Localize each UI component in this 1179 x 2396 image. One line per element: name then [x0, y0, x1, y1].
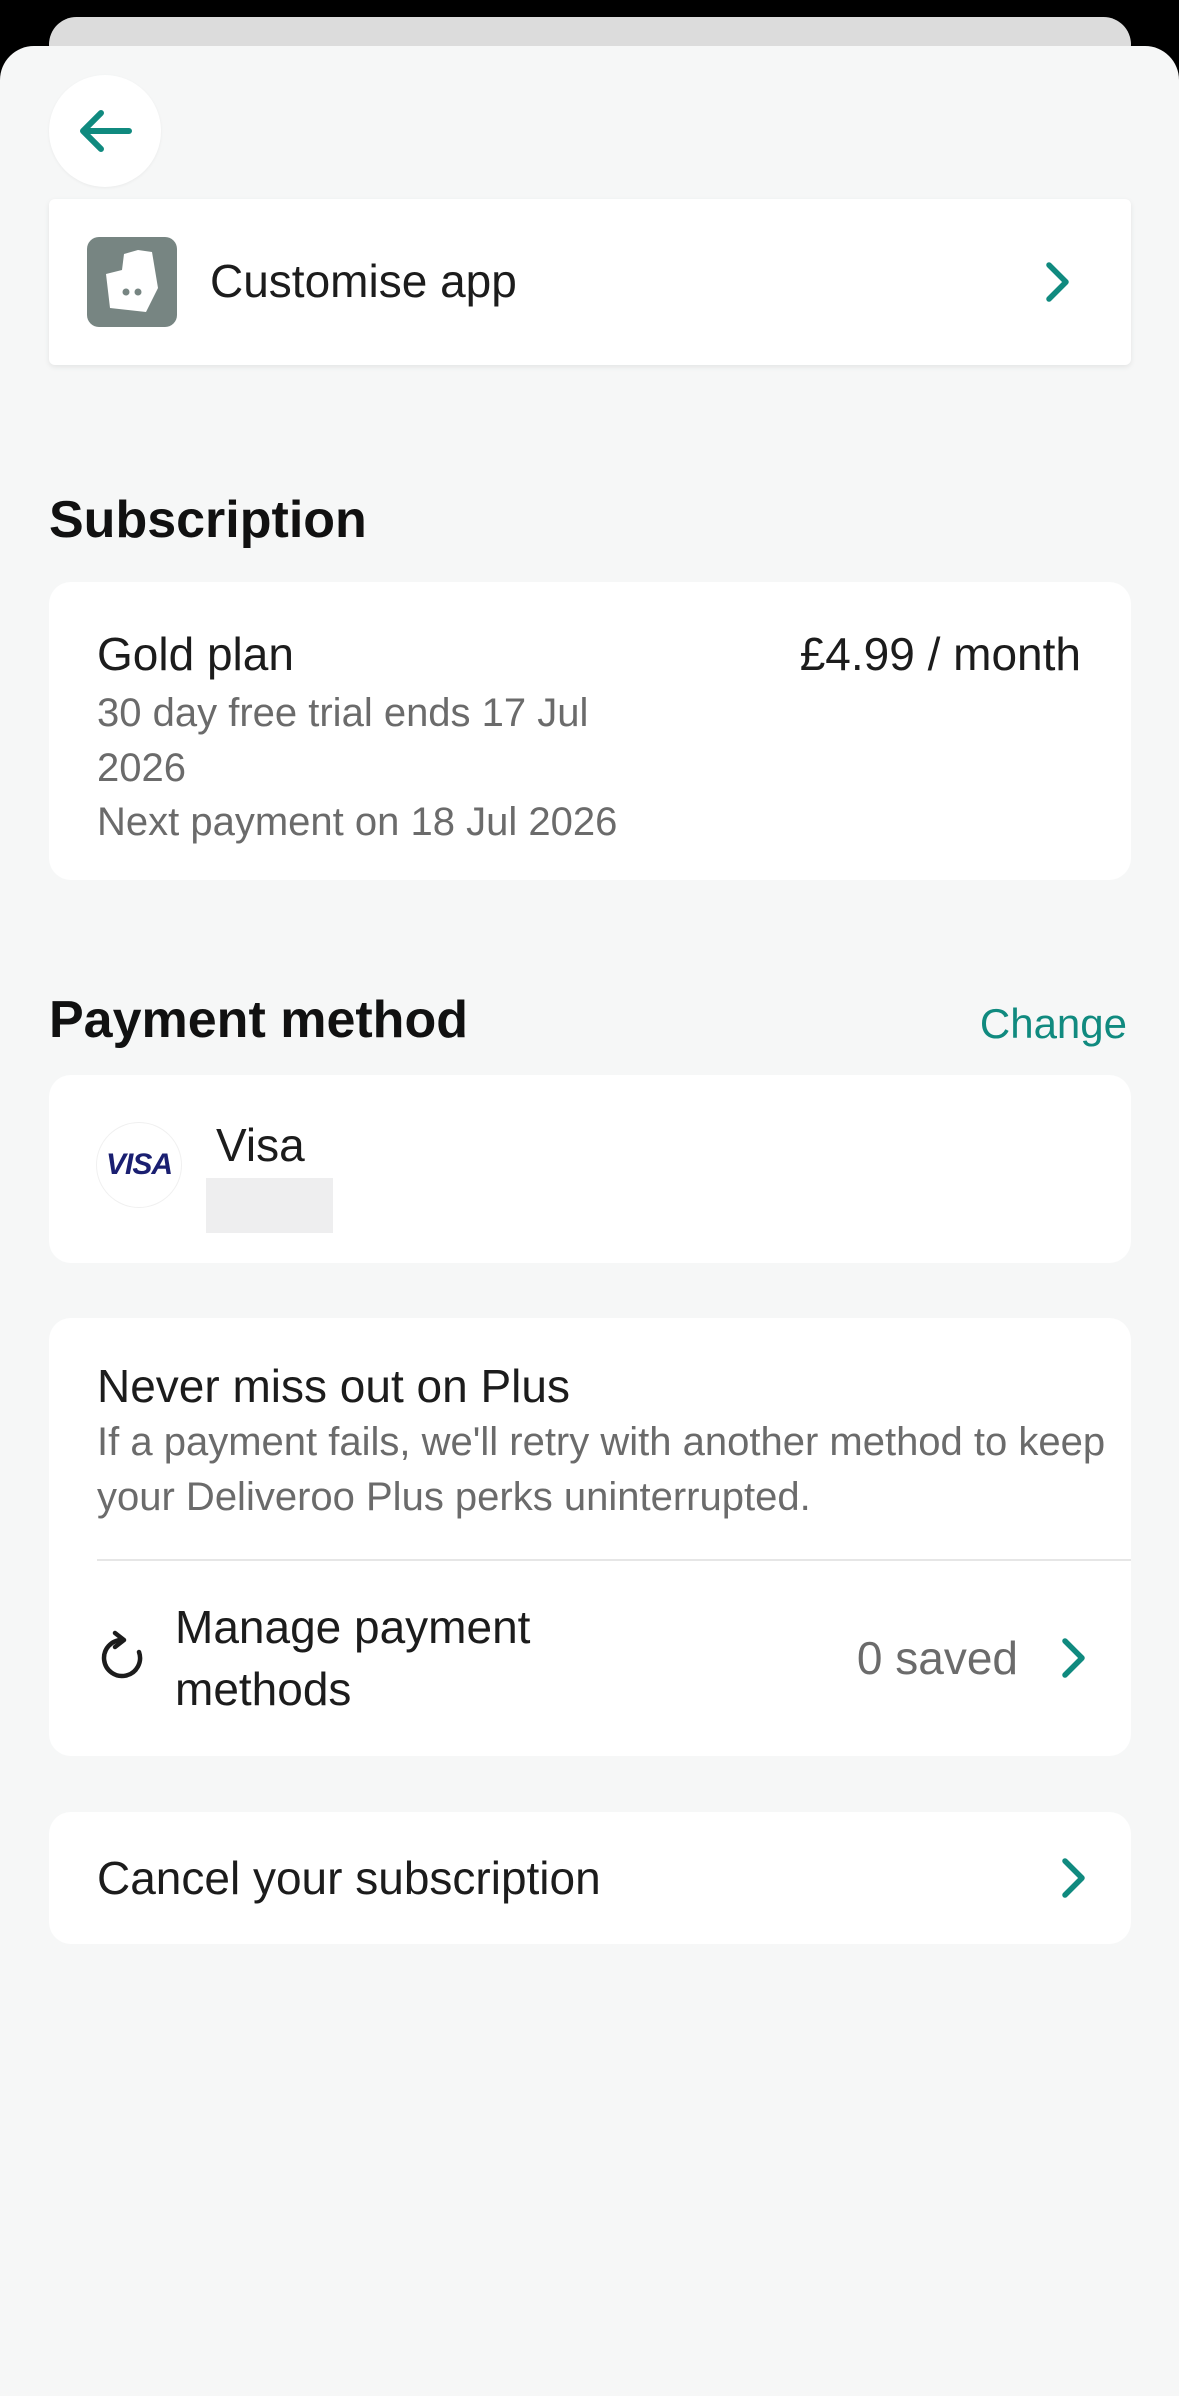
next-payment-text: Next payment on 18 Jul 2026 — [97, 800, 618, 844]
chevron-right-icon — [1062, 1858, 1085, 1898]
chevron-right-icon — [1046, 262, 1069, 302]
cancel-subscription-row[interactable]: Cancel your subscription — [49, 1812, 1131, 1944]
cancel-subscription-label: Cancel your subscription — [97, 1852, 601, 1904]
deliveroo-logo-icon — [87, 237, 177, 327]
chevron-right-icon — [1062, 1638, 1085, 1678]
payment-method-heading: Payment method — [49, 991, 468, 1049]
plus-retry-card: Never miss out on Plus If a payment fail… — [49, 1318, 1131, 1756]
plan-price: £4.99 / month — [799, 628, 1081, 680]
trial-end-text: 30 day free trial ends 17 Jul 2026 — [97, 691, 589, 790]
visa-logo-icon: VISA — [97, 1123, 181, 1207]
saved-methods-count: 0 saved — [856, 1632, 1018, 1684]
subscription-card: Gold plan £4.99 / month 30 day free tria… — [49, 582, 1131, 880]
customise-app-label: Customise app — [210, 255, 517, 307]
payment-method-card: VISA Visa — [49, 1075, 1131, 1263]
masked-card-number — [206, 1178, 333, 1233]
arrow-left-icon — [80, 110, 132, 152]
plan-name: Gold plan — [97, 628, 294, 680]
plus-title: Never miss out on Plus — [97, 1360, 570, 1412]
card-brand-label: Visa — [216, 1119, 305, 1171]
subscription-heading: Subscription — [49, 491, 367, 549]
change-payment-link[interactable]: Change — [980, 1000, 1127, 1048]
manage-payment-methods-label: Manage payment methods — [175, 1601, 531, 1715]
refresh-icon — [101, 1630, 143, 1679]
customise-app-row[interactable]: Customise app — [49, 199, 1131, 365]
back-button[interactable] — [49, 75, 161, 187]
manage-payment-methods-row[interactable]: Manage payment methods 0 saved — [49, 1561, 1131, 1756]
plus-description: If a payment fails, we'll retry with ano… — [97, 1420, 1106, 1519]
